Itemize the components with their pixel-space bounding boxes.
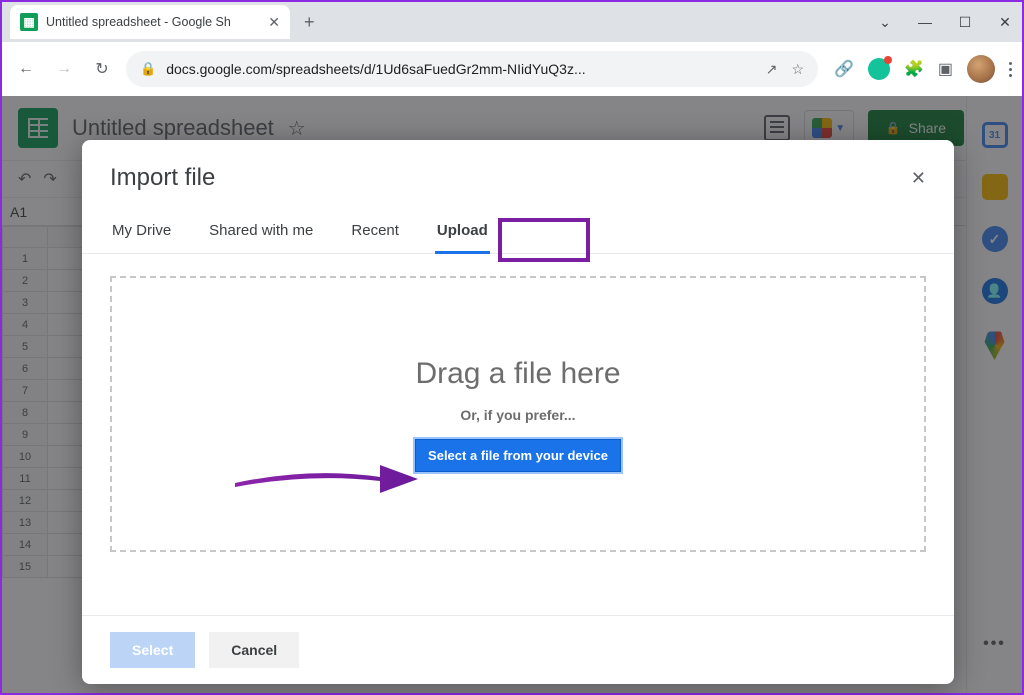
dropzone-headline: Drag a file here — [415, 357, 620, 391]
window-dropdown-icon[interactable]: ⌄ — [876, 14, 894, 31]
tab-my-drive[interactable]: My Drive — [110, 212, 173, 253]
cancel-button[interactable]: Cancel — [209, 632, 299, 668]
modal-tabs: My Drive Shared with me Recent Upload — [82, 202, 954, 254]
ext-grammarly-icon[interactable] — [868, 58, 890, 80]
modal-body: Drag a file here Or, if you prefer... Se… — [82, 254, 954, 615]
url-text: docs.google.com/spreadsheets/d/1Ud6saFue… — [166, 61, 756, 77]
import-file-modal: Import file ✕ My Drive Shared with me Re… — [82, 140, 954, 684]
new-tab-button[interactable]: + — [304, 12, 315, 33]
ext-link-icon[interactable]: 🔗 — [834, 59, 854, 79]
tab-recent[interactable]: Recent — [349, 212, 401, 253]
nav-forward-button[interactable]: → — [50, 55, 78, 83]
dropzone-subline: Or, if you prefer... — [460, 407, 575, 423]
modal-title: Import file — [110, 164, 215, 192]
nav-reload-button[interactable]: ↻ — [88, 55, 116, 83]
address-row: ← → ↻ 🔒 docs.google.com/spreadsheets/d/1… — [2, 42, 1022, 96]
share-url-icon[interactable]: ↗ — [766, 61, 778, 78]
ext-reader-icon[interactable]: ▣ — [938, 59, 953, 79]
select-button[interactable]: Select — [110, 632, 195, 668]
browser-tab-active[interactable]: ▦ Untitled spreadsheet - Google Sh ✕ — [10, 5, 290, 39]
extension-icons: 🔗 🧩 ▣ — [834, 55, 1012, 83]
tab-upload[interactable]: Upload — [435, 212, 490, 253]
address-bar[interactable]: 🔒 docs.google.com/spreadsheets/d/1Ud6saF… — [126, 51, 818, 87]
window-close-icon[interactable]: ✕ — [996, 14, 1014, 31]
upload-dropzone[interactable]: Drag a file here Or, if you prefer... Se… — [110, 276, 926, 552]
modal-header: Import file ✕ — [82, 140, 954, 202]
window-maximize-icon[interactable]: ☐ — [956, 14, 974, 31]
select-file-button[interactable]: Select a file from your device — [415, 439, 621, 472]
window-minimize-icon[interactable]: — — [916, 14, 934, 30]
tab-title: Untitled spreadsheet - Google Sh — [46, 15, 260, 29]
ext-puzzle-icon[interactable]: 🧩 — [904, 59, 924, 79]
browser-chrome: ▦ Untitled spreadsheet - Google Sh ✕ + ⌄… — [2, 2, 1022, 96]
sheets-favicon: ▦ — [20, 13, 38, 31]
window-controls: ⌄ — ☐ ✕ — [876, 2, 1014, 42]
profile-avatar[interactable] — [967, 55, 995, 83]
tab-close-icon[interactable]: ✕ — [268, 14, 280, 31]
tab-shared-with-me[interactable]: Shared with me — [207, 212, 315, 253]
lock-icon: 🔒 — [140, 61, 156, 77]
modal-close-icon[interactable]: ✕ — [911, 168, 926, 189]
modal-footer: Select Cancel — [82, 615, 954, 684]
nav-back-button[interactable]: ← — [12, 55, 40, 83]
tab-strip: ▦ Untitled spreadsheet - Google Sh ✕ + ⌄… — [2, 2, 1022, 42]
chrome-menu-icon[interactable] — [1009, 62, 1012, 77]
bookmark-star-icon[interactable]: ☆ — [791, 61, 804, 78]
